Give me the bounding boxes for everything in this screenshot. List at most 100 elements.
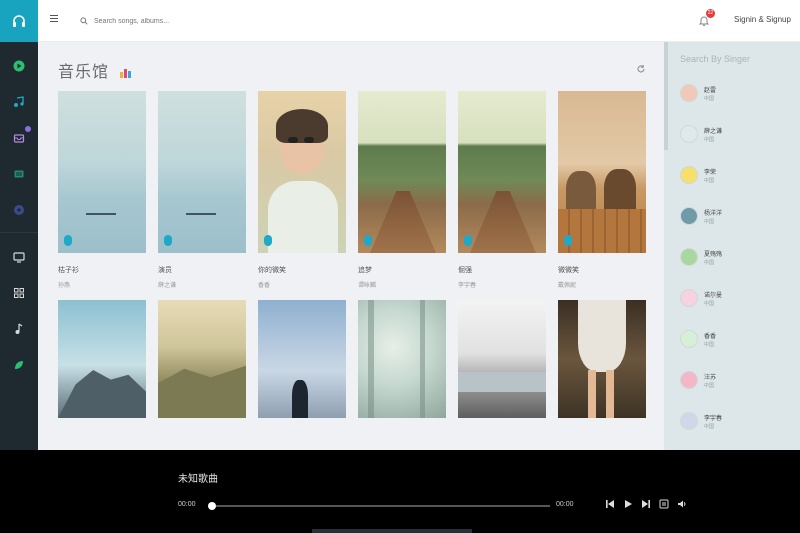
singer-item[interactable]: 赵雷 中国: [680, 82, 790, 110]
page-title: 音乐馆: [58, 64, 110, 81]
album-card[interactable]: [58, 300, 146, 418]
album-title: 倔强: [458, 267, 472, 274]
top-header: 22 Signin & Signup: [38, 0, 800, 42]
album-title: 微微笑: [558, 267, 579, 274]
album-cover[interactable]: [558, 300, 646, 418]
album-card[interactable]: 演员 薛之谦: [158, 91, 246, 289]
nav-list[interactable]: [0, 156, 38, 192]
album-artist: 孙燕: [58, 283, 71, 289]
logo[interactable]: [0, 0, 38, 42]
nav-tv[interactable]: [0, 239, 38, 275]
album-card[interactable]: [458, 300, 546, 418]
album-cover[interactable]: [158, 91, 246, 253]
singer-region: 中国: [704, 424, 715, 430]
singer-name: 李荣: [704, 170, 717, 176]
sidebar-title: Search By Singer: [680, 54, 751, 64]
singer-name: 夏殇殇: [704, 252, 723, 258]
search-input[interactable]: [94, 17, 294, 25]
album-cover[interactable]: [358, 91, 446, 253]
album-cover[interactable]: [158, 300, 246, 418]
singer-region: 中国: [704, 383, 715, 389]
bottom-strip: [312, 529, 472, 533]
singer-item[interactable]: 李宇春 中国: [680, 410, 790, 438]
album-cover[interactable]: [558, 91, 646, 253]
singer-name: 香香: [704, 334, 717, 340]
search-icon: [80, 17, 88, 25]
album-cover[interactable]: [358, 300, 446, 418]
headphones-icon: [13, 15, 25, 27]
volume-button[interactable]: [676, 498, 687, 509]
singer-region: 中国: [704, 96, 715, 102]
singer-name: 薛之谦: [704, 129, 723, 135]
progress-knob[interactable]: [208, 502, 216, 510]
play-icon[interactable]: [564, 235, 572, 246]
singer-item[interactable]: 薛之谦 中国: [680, 123, 790, 151]
nav-inbox[interactable]: [0, 120, 38, 156]
album-card[interactable]: [158, 300, 246, 418]
album-cover[interactable]: [458, 91, 546, 253]
singer-item[interactable]: 夏殇殇 中国: [680, 246, 790, 274]
singer-name: 杨洋洋: [704, 211, 723, 217]
nav-group-main: [0, 42, 38, 228]
album-cover[interactable]: [458, 300, 546, 418]
music-app: 22 Signin & Signup 音乐馆 枯子衫 孙燕: [0, 0, 800, 533]
album-cover[interactable]: [58, 91, 146, 253]
inbox-badge: [25, 126, 31, 132]
singer-item[interactable]: 汪苏 中国: [680, 369, 790, 397]
nav-music[interactable]: [0, 84, 38, 120]
signin-signup-link[interactable]: Signin & Signup: [734, 15, 791, 24]
album-artist: 薛之谦: [158, 283, 177, 289]
play-icon: [624, 499, 632, 508]
album-card[interactable]: 枯子衫 孙燕: [58, 91, 146, 289]
sidebar-scrollbar[interactable]: [664, 42, 668, 150]
play-icon[interactable]: [464, 235, 472, 246]
progress-bar[interactable]: [208, 502, 550, 510]
play-button[interactable]: [622, 498, 633, 509]
singer-item[interactable]: 杨洋洋 中国: [680, 205, 790, 233]
skip-previous-icon: [605, 499, 614, 508]
nav-discover[interactable]: [0, 48, 38, 84]
album-card[interactable]: 你的微笑 香香: [258, 91, 346, 289]
playlist-icon: [659, 499, 668, 508]
singer-item[interactable]: 李荣 中国: [680, 164, 790, 192]
album-cover[interactable]: [258, 91, 346, 253]
album-card[interactable]: [358, 300, 446, 418]
player-controls: [604, 498, 687, 509]
previous-button[interactable]: [604, 498, 615, 509]
equalizer-icon: [120, 69, 131, 78]
duration-time: 00:00: [556, 501, 574, 508]
singer-avatar: [680, 84, 698, 102]
playlist-button[interactable]: [658, 498, 669, 509]
play-icon[interactable]: [64, 235, 72, 246]
nav-leaf[interactable]: [0, 347, 38, 383]
singer-name: 汪苏: [704, 375, 717, 381]
album-artist: 李宇春: [458, 283, 477, 289]
play-icon[interactable]: [364, 235, 372, 246]
album-card[interactable]: [558, 300, 646, 418]
singer-avatar: [680, 330, 698, 348]
refresh-icon[interactable]: [636, 64, 646, 74]
singer-item[interactable]: 香香 中国: [680, 328, 790, 356]
album-card[interactable]: [258, 300, 346, 418]
notifications-button[interactable]: 22: [698, 9, 715, 28]
nav-group-secondary: [0, 232, 38, 383]
nav-grid[interactable]: [0, 275, 38, 311]
singer-region: 中国: [704, 342, 715, 348]
play-icon[interactable]: [164, 235, 172, 246]
skip-next-icon: [641, 499, 650, 508]
album-card[interactable]: 微微笑 戴佩妮: [558, 91, 646, 289]
singer-item[interactable]: 诺尔曼 中国: [680, 287, 790, 315]
next-button[interactable]: [640, 498, 651, 509]
nav-record[interactable]: [0, 192, 38, 228]
album-card[interactable]: 倔强 李宇春: [458, 91, 546, 289]
play-circle-icon: [13, 60, 25, 72]
play-icon[interactable]: [264, 235, 272, 246]
album-cover[interactable]: [258, 300, 346, 418]
album-cover[interactable]: [58, 300, 146, 418]
menu-toggle-button[interactable]: [50, 15, 58, 24]
album-card[interactable]: 追梦 谭咏麟: [358, 91, 446, 289]
left-nav: [0, 0, 38, 450]
singer-avatar: [680, 248, 698, 266]
nav-note[interactable]: [0, 311, 38, 347]
singer-avatar: [680, 125, 698, 143]
